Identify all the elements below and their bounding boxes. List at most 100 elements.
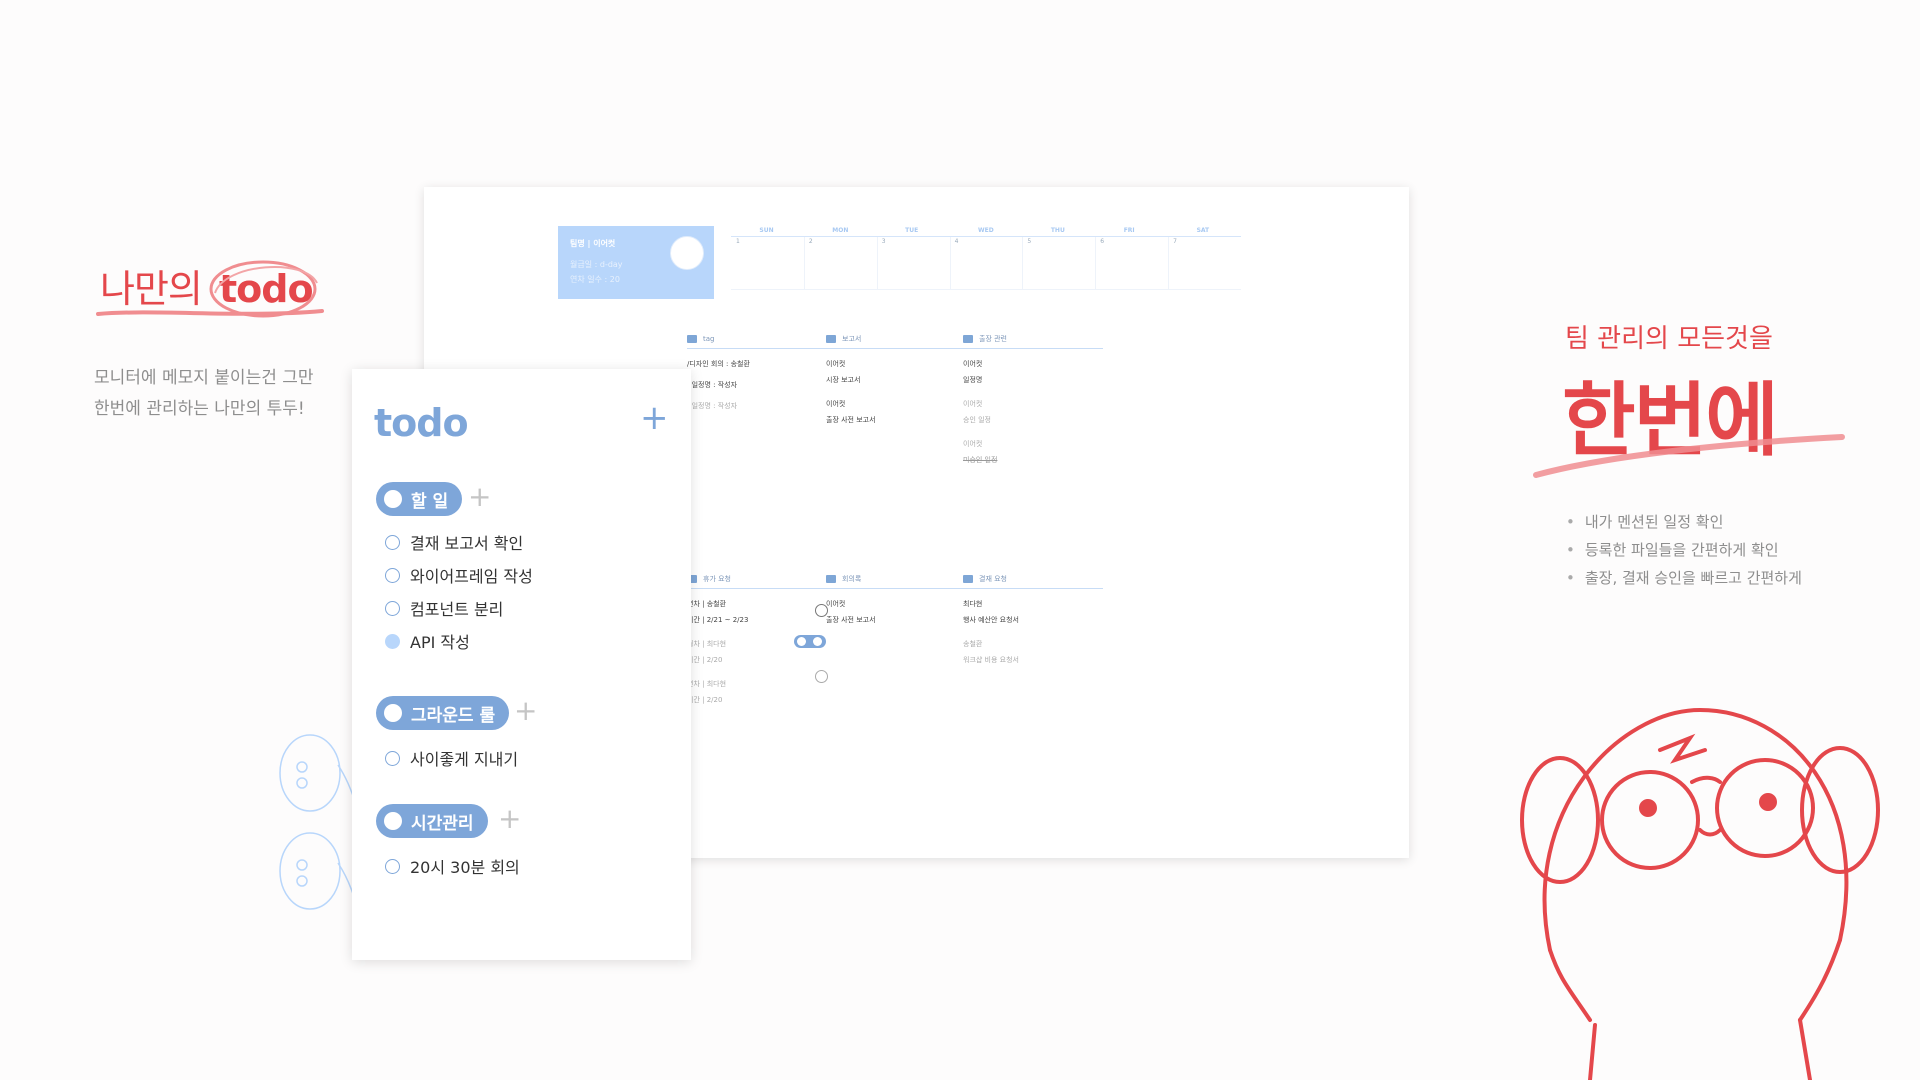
folder-icon xyxy=(826,335,836,343)
minutes-file[interactable]: 출장 사전 보고서 xyxy=(826,615,966,625)
leave-row: 기간 | 2/20 xyxy=(687,696,723,704)
task-item[interactable]: 컴포넌트 분리 xyxy=(385,596,503,620)
calendar-date[interactable]: 4 xyxy=(955,238,959,245)
calendar-day-header: FRI xyxy=(1123,227,1135,234)
checkbox[interactable] xyxy=(385,858,400,874)
profile-team: 팀명 | 이어컷 xyxy=(570,239,616,248)
briefcase-icon xyxy=(963,335,973,343)
approval-title: 결재 요청 xyxy=(979,575,1007,583)
report-file[interactable]: 시장 보고서 xyxy=(826,375,966,385)
approval-file[interactable]: 행사 예산안 요청서 xyxy=(963,615,1103,625)
task-label: API 작성 xyxy=(410,633,470,652)
tag-row[interactable]: / 일정명 : 작성자 xyxy=(687,401,827,411)
leave-row: 연차 | 송철환 xyxy=(687,600,727,608)
leave-row: 기간 | 2/21 ~ 2/23 xyxy=(687,616,749,624)
trip-author: 이어컷 xyxy=(963,360,983,368)
calendar-divider xyxy=(1095,237,1097,289)
group-pill-todo[interactable]: 할 일 xyxy=(376,482,463,516)
avatar xyxy=(670,236,704,270)
approval-file[interactable]: 워크샵 비용 요청서 xyxy=(963,655,1103,665)
trip-section: 출장 관련 이어컷 일정명 이어컷 승인 일정 이어컷 미승인 일정 xyxy=(963,330,1103,465)
calendar-date[interactable]: 7 xyxy=(1173,238,1177,245)
trip-item[interactable]: 승인 일정 xyxy=(963,415,1103,425)
report-title: 보고서 xyxy=(842,335,862,343)
tag-icon xyxy=(687,335,697,343)
approval-section: 결재 요청 최다현 행사 예산안 요청서 송철환 워크샵 비용 요청서 xyxy=(963,570,1103,665)
task-item[interactable]: 와이어프레임 작성 xyxy=(385,563,533,587)
calendar-divider xyxy=(803,237,805,289)
task-item[interactable]: 사이좋게 지내기 xyxy=(385,746,518,770)
leave-row: 기간 | 2/20 xyxy=(687,656,723,664)
group-pill-ground-rules[interactable]: 그라운드 룰 xyxy=(376,696,510,730)
folder-icon xyxy=(826,575,836,583)
character-sketch-icon xyxy=(279,734,357,910)
check-circle-icon[interactable] xyxy=(815,670,828,683)
group-dot xyxy=(384,704,402,722)
group-name: 시간관리 xyxy=(411,813,474,834)
trip-title: 출장 관련 xyxy=(979,335,1007,343)
profile-leave: 연차 일수 : 20 xyxy=(570,275,620,284)
checkbox[interactable] xyxy=(385,534,400,550)
calendar-date[interactable]: 6 xyxy=(1100,238,1104,245)
calendar-date[interactable]: 5 xyxy=(1027,238,1031,245)
checkbox[interactable] xyxy=(385,750,400,766)
task-label: 사이좋게 지내기 xyxy=(410,750,519,769)
task-item[interactable]: API 작성 xyxy=(385,629,470,653)
intro-title-highlight: todo xyxy=(209,260,318,318)
feature-item: 내가 멘션된 일정 확인 xyxy=(1566,508,1802,536)
profile-card[interactable]: 팀명 | 이어컷 월급일 : d-day 연차 일수 : 20 xyxy=(558,226,714,299)
minutes-title: 회의록 xyxy=(842,575,862,583)
calendar-divider xyxy=(949,237,951,289)
report-author: 이어컷 xyxy=(826,360,846,368)
profile-payday: 월급일 : d-day xyxy=(570,260,623,269)
task-label: 와이어프레임 작성 xyxy=(410,567,533,586)
tag-row[interactable]: /디자인 회의 : 송철환 xyxy=(687,359,827,369)
checkbox[interactable] xyxy=(385,600,400,616)
group-name: 그라운드 룰 xyxy=(411,705,496,726)
document-icon xyxy=(963,575,973,583)
right-subtitle: 팀 관리의 모든것을 xyxy=(1565,324,1773,354)
trip-item[interactable]: 미승인 일정 xyxy=(963,455,1103,465)
trip-author: 이어컷 xyxy=(963,440,983,448)
leave-row: 연차 | 최다현 xyxy=(687,680,727,688)
calendar-day-header: SUN xyxy=(759,227,774,234)
leave-title: 휴가 요청 xyxy=(703,575,731,583)
calendar-date[interactable]: 1 xyxy=(736,238,740,245)
calendar-divider xyxy=(1168,237,1170,289)
group-name: 할 일 xyxy=(411,491,449,512)
intro-description: 모니터에 메모지 붙이는건 그만 한번에 관리하는 나만의 투두! xyxy=(94,363,314,425)
report-file[interactable]: 출장 사전 보고서 xyxy=(826,415,966,425)
calendar-day-header: SAT xyxy=(1196,227,1210,234)
add-task-button[interactable]: + xyxy=(468,483,491,511)
add-task-button[interactable]: + xyxy=(498,805,521,833)
trip-item[interactable]: 일정명 xyxy=(963,375,1103,385)
calendar-date[interactable]: 3 xyxy=(882,238,886,245)
tag-row[interactable]: / 일정명 : 작성자 xyxy=(687,380,827,390)
calendar-divider xyxy=(876,237,878,289)
intro-title: 나만의 todo xyxy=(100,258,318,318)
calendar-day-header: THU xyxy=(1050,227,1065,234)
hand-drawn-underline-icon xyxy=(96,309,324,316)
hand-drawn-stroke-icon xyxy=(1533,434,1845,478)
task-item[interactable]: 20시 30분 회의 xyxy=(385,854,520,878)
minutes-section: 회의록 이어컷 출장 사전 보고서 xyxy=(826,570,966,625)
add-task-button[interactable]: + xyxy=(514,697,537,725)
todo-panel: todo + 할 일 + 결재 보고서 확인 와이어프레임 작성 컴포넌트 분리… xyxy=(352,369,691,960)
trip-author: 이어컷 xyxy=(963,400,983,408)
checkbox[interactable] xyxy=(385,567,400,583)
tag-section: tag /디자인 회의 : 송철환 / 일정명 : 작성자 / 일정명 : 작성… xyxy=(687,330,827,411)
task-label: 컴포넌트 분리 xyxy=(410,600,504,619)
task-label: 20시 30분 회의 xyxy=(410,858,520,877)
calendar-date[interactable]: 2 xyxy=(809,238,813,245)
task-item[interactable]: 결재 보고서 확인 xyxy=(385,530,523,554)
calendar-day-header: TUE xyxy=(905,227,919,234)
checkbox-checked[interactable] xyxy=(385,633,400,649)
week-calendar: SUN 1 MON 2 TUE 3 WED 4 THU 5 FRI 6 SAT 7 xyxy=(731,227,1241,297)
calendar-day-header: WED xyxy=(978,227,994,234)
group-dot xyxy=(384,812,402,830)
add-group-button[interactable]: + xyxy=(640,401,669,435)
approve-toggle[interactable] xyxy=(794,635,826,648)
feature-list: 내가 멘션된 일정 확인 등록한 파일들을 간편하게 확인 출장, 결재 승인을… xyxy=(1566,508,1802,592)
group-pill-time-mgmt[interactable]: 시간관리 xyxy=(376,804,488,838)
tag-title: tag xyxy=(703,335,715,343)
